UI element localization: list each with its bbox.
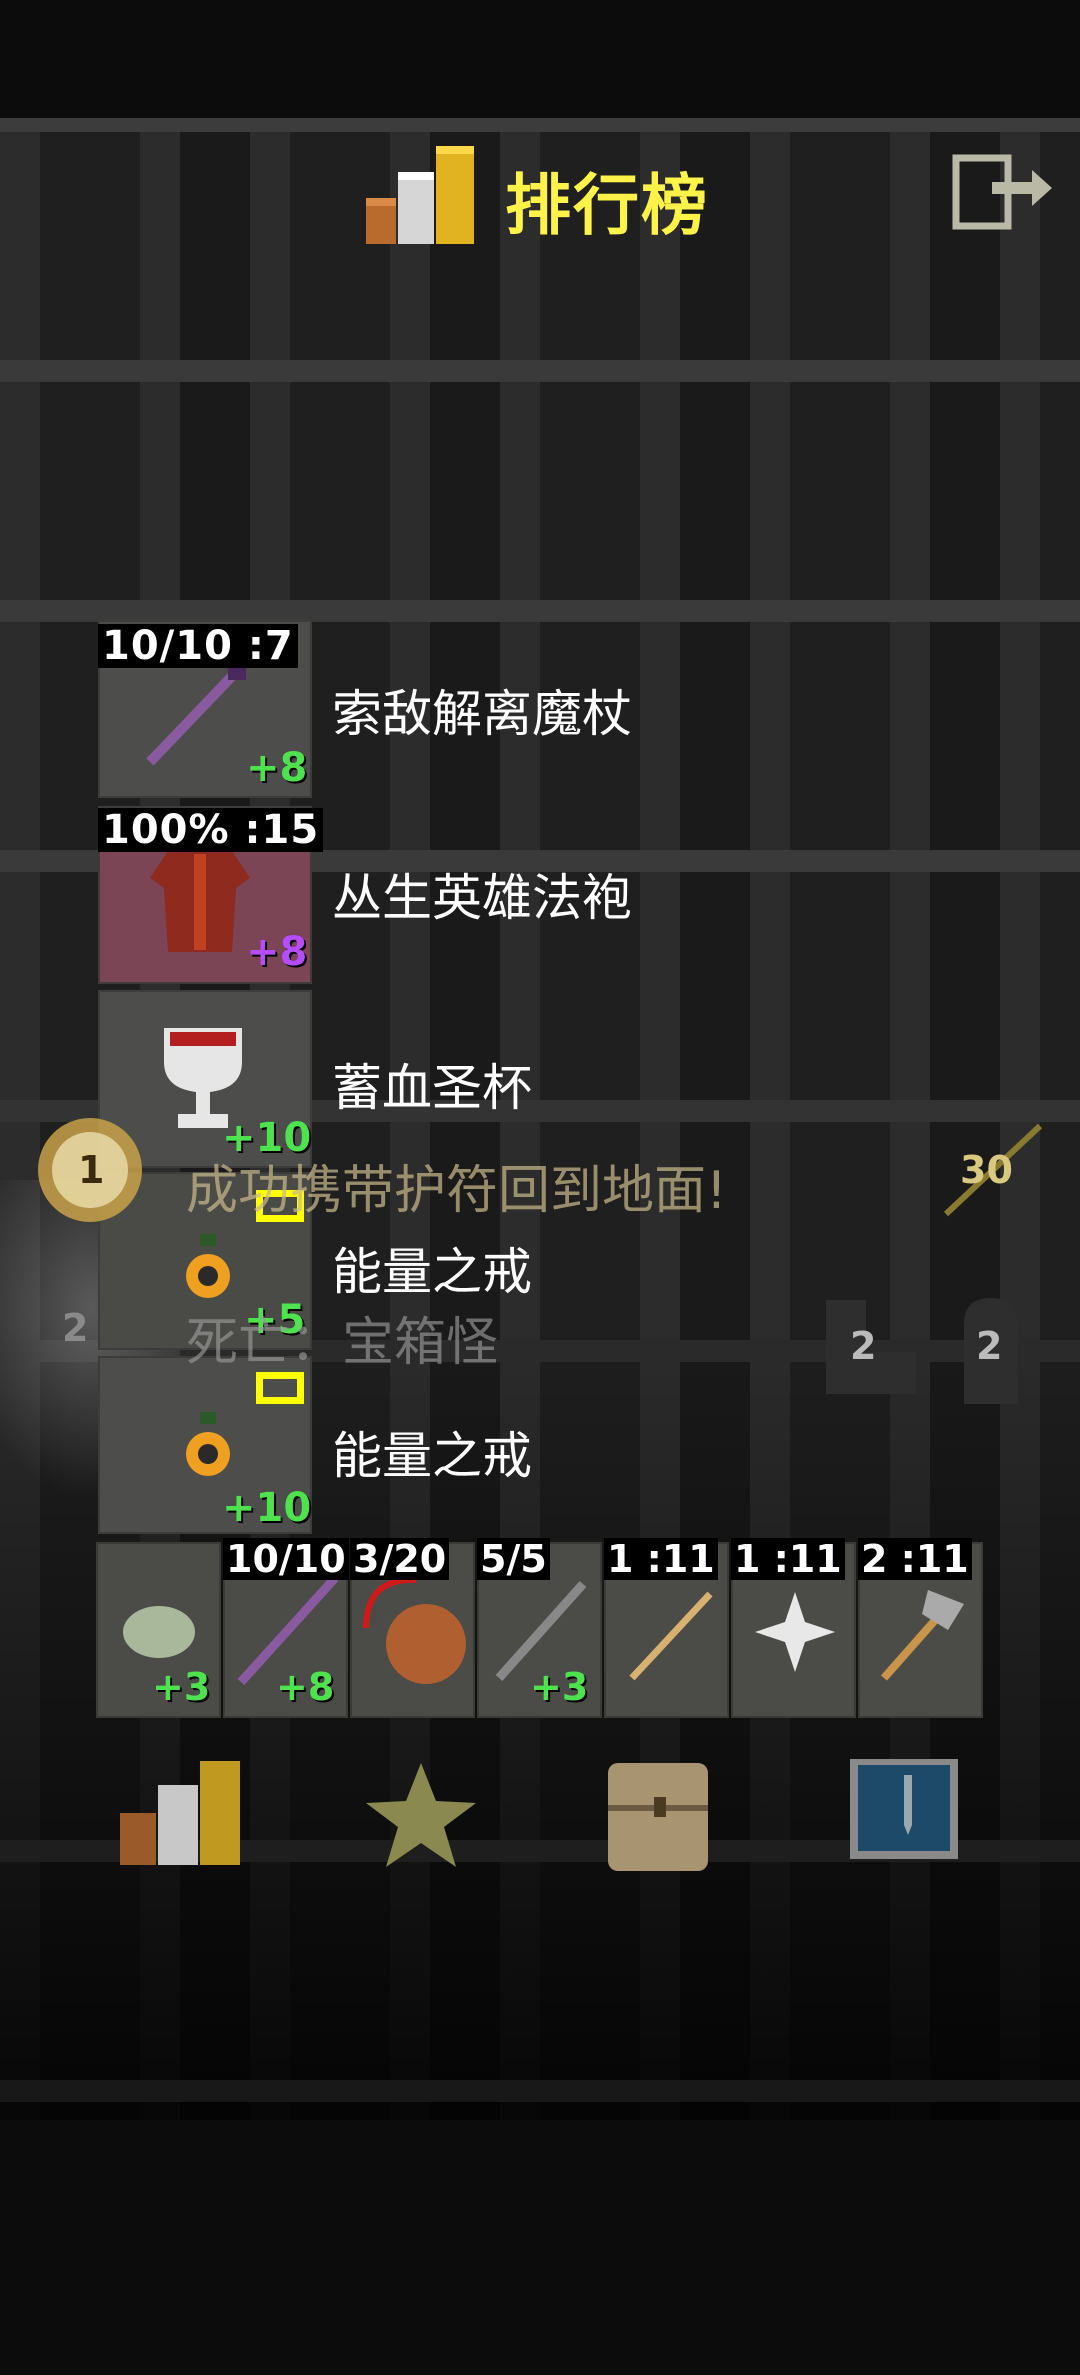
item-name[interactable]: 索敌解离魔杖: [332, 674, 632, 746]
ring-icon: [186, 1234, 230, 1298]
wand-icon: [146, 662, 246, 766]
ledge: [0, 2080, 1080, 2102]
backpack-icon[interactable]: [596, 1755, 726, 1875]
title-bar: 排行榜: [0, 130, 1080, 260]
item-charge-label: 10/10 :7: [98, 624, 298, 668]
equip-marker: [256, 1372, 304, 1404]
whip-icon: [363, 1576, 466, 1684]
axe-icon: [881, 1590, 964, 1681]
journal-icon[interactable]: [846, 1755, 976, 1875]
item-name[interactable]: 丛生英雄法袍: [332, 858, 632, 930]
quickslot-label: 1 :11: [731, 1538, 845, 1580]
rankings-icon: [366, 146, 474, 244]
item-upgrade-label: +10: [222, 1485, 312, 1531]
item-upgrade-label: +8: [246, 745, 308, 791]
stat-number: 2: [976, 1324, 1003, 1368]
quickslot-plus: +8: [276, 1665, 335, 1709]
quickslot-label: 2 :11: [858, 1538, 972, 1580]
result-banner: 成功携带护符回到地面!: [186, 1161, 727, 1221]
item-name[interactable]: 能量之戒: [332, 1416, 532, 1488]
item-durability-label: 100% :15: [98, 808, 324, 852]
quickslot-plus: +3: [152, 1665, 211, 1709]
rank-number: 1: [78, 1148, 105, 1192]
item-name[interactable]: 能量之戒: [332, 1232, 532, 1304]
quickslot-label: 1 :11: [604, 1538, 718, 1580]
exit-icon[interactable]: [952, 152, 1056, 232]
level-number: 2: [62, 1306, 89, 1350]
quickslot-plus: +3: [530, 1665, 589, 1709]
item-name[interactable]: 蓄血圣杯: [332, 1048, 532, 1120]
rankings-icon[interactable]: [116, 1755, 246, 1875]
page-title: 排行榜: [505, 167, 709, 244]
item-upgrade-label: +8: [246, 929, 308, 975]
death-cause: 死亡：宝箱怪: [186, 1313, 499, 1373]
stat-number: 2: [850, 1324, 877, 1368]
ledge: [0, 360, 1080, 382]
depth-number: 30: [960, 1148, 1013, 1192]
ring-icon: [186, 1412, 230, 1476]
quickslot-label: 10/10: [223, 1538, 349, 1580]
ledge: [0, 600, 1080, 622]
quickslot-label: 5/5: [477, 1538, 550, 1580]
shuriken-icon: [755, 1592, 835, 1672]
stone-icon: [123, 1606, 195, 1658]
robe-icon: [150, 848, 250, 952]
dart-icon: [629, 1591, 713, 1681]
quickslot-label: 3/20: [350, 1538, 450, 1580]
star-icon[interactable]: [356, 1755, 486, 1875]
